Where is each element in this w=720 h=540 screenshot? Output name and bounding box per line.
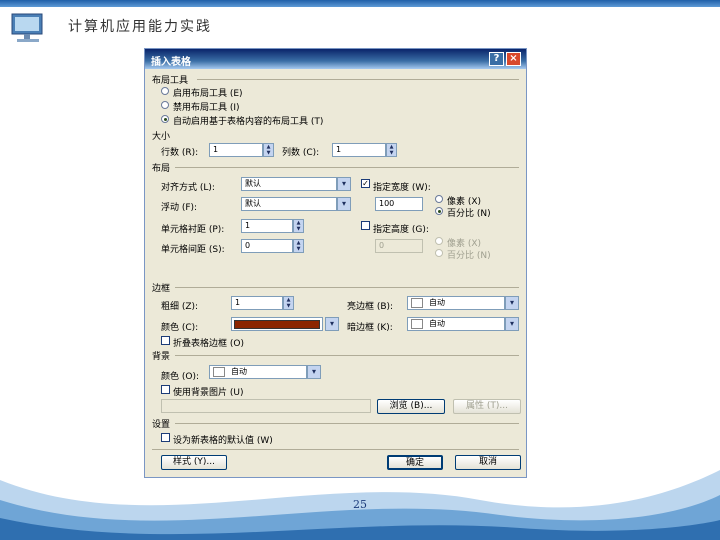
float-label: 浮动 (F): (161, 203, 198, 213)
slide-title: 计算机应用能力实践 (68, 19, 212, 35)
cols-input[interactable]: 1 (332, 143, 386, 157)
dialog-titlebar[interactable]: 插入表格 ? × (145, 49, 526, 69)
width-unit-pct-radio[interactable] (435, 207, 443, 215)
width-checkbox[interactable]: ✓ (361, 179, 370, 188)
border-color-label: 颜色 (C): (161, 323, 199, 333)
divider (175, 167, 519, 168)
set-default-label: 设为新表格的默认值 (W) (173, 436, 273, 446)
align-select[interactable]: 默认 (241, 177, 337, 191)
height-checkbox[interactable] (361, 221, 370, 230)
dark-border-value: 自动 (429, 319, 445, 328)
float-select[interactable]: 默认 (241, 197, 337, 211)
bg-image-path-input[interactable] (161, 399, 371, 413)
radio-disable-layout[interactable] (161, 101, 169, 109)
properties-button[interactable]: 属性 (T)... (453, 399, 521, 414)
close-button[interactable]: × (506, 52, 521, 66)
divider (175, 423, 519, 424)
radio-auto-layout[interactable] (161, 115, 169, 123)
width-unit-pct-label: 百分比 (N) (447, 209, 491, 219)
border-size-spinner[interactable]: ▲ ▼ (283, 296, 294, 310)
dark-border-swatch (411, 318, 423, 329)
padding-input[interactable]: 1 (241, 219, 293, 233)
height-unit-px-radio[interactable] (435, 237, 443, 245)
dark-border-select[interactable]: 自动 (407, 317, 505, 331)
spacing-spinner[interactable]: ▲ ▼ (293, 239, 304, 253)
layout-tools-heading: 布局工具 (152, 76, 189, 86)
bg-image-label: 使用背景图片 (U) (173, 388, 244, 398)
browse-button[interactable]: 浏览 (B)... (377, 399, 445, 414)
slide-top-bar (0, 0, 720, 7)
light-border-select[interactable]: 自动 (407, 296, 505, 310)
insert-table-dialog: 插入表格 ? × 布局工具 启用布局工具 (E) 禁用布局工具 (I) 自动启用… (144, 48, 527, 478)
light-border-value: 自动 (429, 298, 445, 307)
dialog-title: 插入表格 (151, 57, 191, 68)
bg-color-value: 自动 (231, 367, 247, 376)
radio-enable-layout[interactable] (161, 87, 169, 95)
divider (175, 287, 519, 288)
bg-color-swatch (213, 366, 225, 377)
width-unit-px-radio[interactable] (435, 195, 443, 203)
border-color-select[interactable] (231, 317, 323, 331)
height-unit-pct-radio[interactable] (435, 249, 443, 257)
set-default-checkbox[interactable] (161, 433, 170, 442)
collapse-border-checkbox[interactable] (161, 336, 170, 345)
spacing-input[interactable]: 0 (241, 239, 293, 253)
radio-auto-layout-label: 自动启用基于表格内容的布局工具 (T) (173, 117, 324, 127)
computer-logo-icon (11, 13, 43, 42)
radio-disable-layout-label: 禁用布局工具 (I) (173, 103, 240, 113)
height-input[interactable]: 0 (375, 239, 423, 253)
light-border-swatch (411, 297, 423, 308)
borders-heading: 边框 (152, 284, 171, 294)
bg-color-dropdown-icon[interactable]: ▾ (307, 365, 321, 379)
dark-border-label: 暗边框 (K): (347, 323, 393, 333)
light-border-label: 亮边框 (B): (347, 302, 394, 312)
border-color-dropdown-icon[interactable]: ▾ (325, 317, 339, 331)
height-unit-pct-label: 百分比 (N) (447, 251, 491, 261)
divider (197, 79, 519, 80)
radio-enable-layout-label: 启用布局工具 (E) (173, 89, 243, 99)
align-label: 对齐方式 (L): (161, 183, 215, 193)
rows-spinner[interactable]: ▲ ▼ (263, 143, 274, 157)
cancel-button[interactable]: 取消 (455, 455, 521, 470)
height-checkbox-label: 指定高度 (G): (373, 225, 429, 235)
divider (152, 449, 519, 450)
settings-heading: 设置 (152, 420, 171, 430)
spacing-label: 单元格间距 (S): (161, 245, 225, 255)
page-number: 25 (353, 498, 367, 511)
help-button[interactable]: ? (489, 52, 504, 66)
border-color-swatch (234, 320, 320, 329)
divider (175, 355, 519, 356)
padding-label: 单元格衬距 (P): (161, 225, 225, 235)
style-button[interactable]: 样式 (Y)... (161, 455, 227, 470)
border-size-label: 粗细 (Z): (161, 302, 199, 312)
float-dropdown-icon[interactable]: ▾ (337, 197, 351, 211)
collapse-border-label: 折叠表格边框 (O) (173, 339, 244, 349)
align-dropdown-icon[interactable]: ▾ (337, 177, 351, 191)
size-heading: 大小 (152, 132, 171, 142)
padding-spinner[interactable]: ▲ ▼ (293, 219, 304, 233)
cols-label: 列数 (C): (282, 148, 320, 158)
bg-image-checkbox[interactable] (161, 385, 170, 394)
width-input[interactable]: 100 (375, 197, 423, 211)
background-heading: 背景 (152, 352, 171, 362)
rows-input[interactable]: 1 (209, 143, 263, 157)
bg-color-label: 颜色 (O): (161, 372, 199, 382)
dark-border-dropdown-icon[interactable]: ▾ (505, 317, 519, 331)
ok-button[interactable]: 确定 (387, 455, 443, 470)
bg-color-select[interactable]: 自动 (209, 365, 307, 379)
width-checkbox-label: 指定宽度 (W): (373, 183, 431, 193)
rows-label: 行数 (R): (161, 148, 199, 158)
light-border-dropdown-icon[interactable]: ▾ (505, 296, 519, 310)
cols-spinner[interactable]: ▲ ▼ (386, 143, 397, 157)
layout-heading: 布局 (152, 164, 171, 174)
border-size-input[interactable]: 1 (231, 296, 283, 310)
